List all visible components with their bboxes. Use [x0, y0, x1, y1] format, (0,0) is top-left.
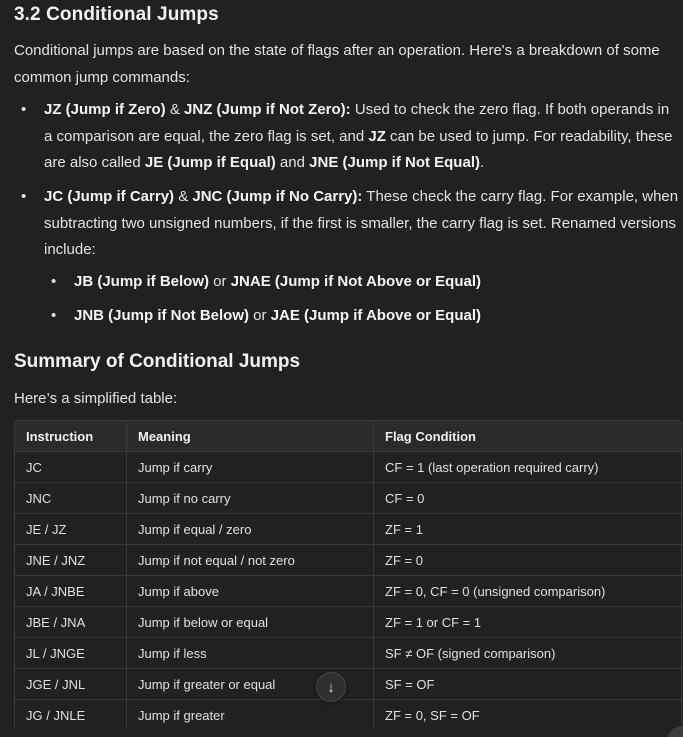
bullet-strong: JNE (Jump if Not Equal)	[309, 154, 480, 171]
cell-flag-condition: ZF = 0, SF = OF	[373, 699, 681, 731]
cell-instruction: JNE / JNZ	[15, 544, 127, 576]
cell-instruction: JG / JNLE	[15, 699, 127, 731]
cell-instruction: JBE / JNA	[15, 606, 127, 638]
header-flag-condition: Flag Condition	[373, 421, 681, 452]
cell-flag-condition: CF = 0	[373, 482, 681, 514]
cell-instruction: JL / JNGE	[15, 637, 127, 669]
bullet-strong: JB (Jump if Below)	[74, 273, 210, 290]
cell-instruction: JGE / JNL	[15, 668, 127, 700]
cell-flag-condition: ZF = 0, CF = 0 (unsigned comparison)	[373, 575, 681, 607]
cell-flag-condition: CF = 1 (last operation required carry)	[373, 451, 681, 483]
cell-meaning: Jump if greater	[126, 699, 374, 731]
bullet-strong: JAE (Jump if Above or Equal)	[270, 307, 481, 324]
cell-flag-condition: ZF = 0	[373, 544, 681, 576]
bullet-strong: JNB (Jump if Not Below)	[74, 307, 249, 324]
table-row: JE / JZ Jump if equal / zero ZF = 1	[15, 513, 681, 545]
table-intro: Here’s a simplified table:	[14, 390, 178, 407]
bullet-dot-icon: •	[51, 273, 57, 290]
cell-flag-condition: SF ≠ OF (signed comparison)	[373, 637, 681, 669]
table-row: JNE / JNZ Jump if not equal / not zero Z…	[15, 544, 681, 576]
cell-meaning: Jump if equal / zero	[126, 513, 374, 545]
cell-instruction: JC	[15, 451, 127, 483]
table-row: JC Jump if carry CF = 1 (last operation …	[15, 451, 681, 483]
cell-flag-condition: ZF = 1 or CF = 1	[373, 606, 681, 638]
bullet-strong: JNC (Jump if No Carry):	[192, 188, 363, 205]
header-meaning: Meaning	[126, 421, 374, 452]
scroll-to-bottom-button[interactable]: ↓	[316, 672, 346, 702]
bullet-text: &	[174, 188, 193, 205]
table-row: JGE / JNL Jump if greater or equal SF = …	[15, 668, 681, 700]
sub-list-item: • JNB (Jump if Not Below) or JAE (Jump i…	[51, 303, 674, 330]
arrow-down-icon: ↓	[327, 678, 335, 696]
bullet-strong: JNZ (Jump if Not Zero):	[184, 101, 351, 118]
section-heading: 3.2 Conditional Jumps	[14, 4, 219, 25]
bullet-dot-icon: •	[21, 101, 27, 118]
bullet-strong: JC (Jump if Carry)	[44, 188, 175, 205]
table-row: JNC Jump if no carry CF = 0	[15, 482, 681, 514]
cell-instruction: JE / JZ	[15, 513, 127, 545]
bullet-text: or	[249, 307, 271, 324]
summary-heading: Summary of Conditional Jumps	[14, 351, 301, 372]
bullet-strong: JZ	[368, 127, 386, 145]
cell-meaning: Jump if less	[126, 637, 374, 669]
cell-meaning: Jump if not equal / not zero	[126, 544, 374, 576]
bullet-dot-icon: •	[21, 188, 27, 205]
cell-meaning: Jump if above	[126, 575, 374, 607]
table-header-row: Instruction Meaning Flag Condition	[15, 421, 681, 452]
cell-meaning: Jump if below or equal	[126, 606, 374, 638]
bullet-text: and	[275, 154, 310, 171]
header-instruction: Instruction	[15, 421, 127, 452]
table-row: JA / JNBE Jump if above ZF = 0, CF = 0 (…	[15, 575, 681, 607]
bullet-strong: JE (Jump if Equal)	[144, 154, 276, 171]
bottom-edge	[0, 728, 683, 737]
chat-response-page: 3.2 Conditional Jumps Conditional jumps …	[0, 0, 683, 737]
bullet-text: .	[479, 154, 485, 171]
intro-paragraph: Conditional jumps are based on the state…	[14, 42, 660, 86]
jump-table-container[interactable]: Instruction Meaning Flag Condition JC Ju…	[14, 420, 682, 732]
list-item: • JC (Jump if Carry) & JNC (Jump if No C…	[21, 184, 680, 264]
bullet-text: &	[165, 101, 185, 118]
sub-list-item: • JB (Jump if Below) or JNAE (Jump if No…	[51, 269, 674, 296]
bullet-text: or	[209, 273, 231, 290]
bullet-strong: JNAE (Jump if Not Above or Equal)	[230, 273, 481, 290]
cell-flag-condition: ZF = 1	[373, 513, 681, 545]
jump-table: Instruction Meaning Flag Condition JC Ju…	[15, 421, 681, 731]
table-row: JG / JNLE Jump if greater ZF = 0, SF = O…	[15, 699, 681, 731]
cell-instruction: JA / JNBE	[15, 575, 127, 607]
bullet-dot-icon: •	[51, 307, 57, 324]
bullet-strong: JZ (Jump if Zero)	[44, 101, 166, 118]
table-row: JBE / JNA Jump if below or equal ZF = 1 …	[15, 606, 681, 638]
cell-meaning: Jump if no carry	[126, 482, 374, 514]
cell-instruction: JNC	[15, 482, 127, 514]
table-row: JL / JNGE Jump if less SF ≠ OF (signed c…	[15, 637, 681, 669]
list-item: • JZ (Jump if Zero) & JNZ (Jump if Not Z…	[21, 97, 680, 177]
cell-flag-condition: SF = OF	[373, 668, 681, 700]
cell-meaning: Jump if carry	[126, 451, 374, 483]
